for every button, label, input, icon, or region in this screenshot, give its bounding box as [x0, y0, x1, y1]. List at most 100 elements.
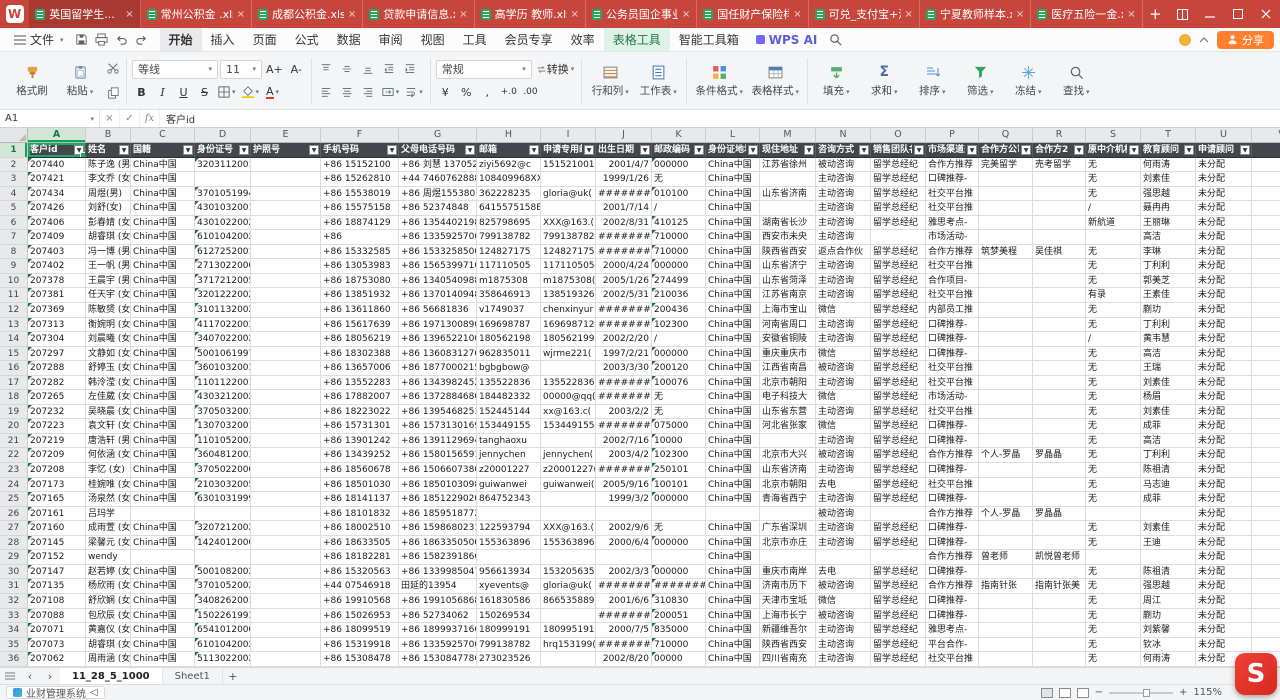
cell[interactable]: 主动咨询	[816, 288, 871, 303]
currency-button[interactable]: ¥	[436, 83, 455, 102]
cell[interactable]: China中国	[706, 245, 760, 260]
cell[interactable]	[652, 507, 706, 522]
cell[interactable]: 00000@qq(	[541, 390, 596, 405]
cell[interactable]: 丁利利	[1141, 448, 1196, 463]
cell[interactable]: 衡婉明 (女	[86, 318, 131, 333]
cell[interactable]: 207165	[28, 492, 86, 507]
cell[interactable]: 未分配	[1196, 536, 1252, 551]
cell[interactable]	[1033, 390, 1086, 405]
align-center-icon[interactable]	[338, 83, 357, 102]
cell[interactable]: 153449155	[477, 419, 541, 434]
cell[interactable]: gloria@uk(	[541, 579, 596, 594]
cell[interactable]: 被动咨询	[816, 579, 871, 594]
cell[interactable]	[979, 187, 1033, 202]
cell[interactable]: 陈祖清	[1141, 565, 1196, 580]
cell[interactable]	[251, 550, 321, 565]
row-number[interactable]: 14	[0, 332, 28, 347]
cell[interactable]: ########	[596, 463, 652, 478]
align-bottom-icon[interactable]	[359, 60, 378, 79]
cell[interactable]	[979, 390, 1033, 405]
cell[interactable]: 去电	[816, 478, 871, 493]
cell[interactable]: 无	[1086, 434, 1141, 449]
cell[interactable]: 207071	[28, 623, 86, 638]
cell[interactable]: 河南省周口	[760, 318, 816, 333]
cell[interactable]	[1033, 419, 1086, 434]
cell[interactable]: bgbgbow@	[477, 361, 541, 376]
cell[interactable]	[760, 550, 816, 565]
menu-tab[interactable]: 数据	[328, 28, 370, 51]
cell[interactable]: 指南针张美	[1033, 579, 1086, 594]
cell[interactable]: 411702200312270822	[195, 318, 251, 333]
menu-tab[interactable]: 插入	[202, 28, 244, 51]
cell[interactable]: 1997/2/21	[596, 347, 652, 362]
filter-dropdown-button[interactable]: ▼	[119, 145, 129, 155]
filter-dropdown-button[interactable]: ▼	[387, 145, 397, 155]
cell[interactable]: 500106199702210321	[195, 347, 251, 362]
cell[interactable]: 留学总经纪	[871, 652, 926, 667]
cell[interactable]: 口碑推荐-	[926, 318, 979, 333]
cell[interactable]: 市场活动-	[926, 230, 979, 245]
cell[interactable]: 口碑推荐-	[926, 521, 979, 536]
cell[interactable]	[1033, 361, 1086, 376]
cell[interactable]: gloria@uk(	[541, 187, 596, 202]
cell[interactable]: 310830	[652, 594, 706, 609]
cell[interactable]: China中国	[131, 216, 195, 231]
cell[interactable]: 2001/4/7	[596, 158, 652, 173]
cell[interactable]: 未分配	[1196, 376, 1252, 391]
tab-close-icon[interactable]: ×	[237, 9, 245, 20]
cell[interactable]: 未分配	[1196, 609, 1252, 624]
cell[interactable]: China中国	[706, 638, 760, 653]
cell[interactable]	[541, 172, 596, 187]
row-number[interactable]: 13	[0, 318, 28, 333]
cell[interactable]	[1252, 405, 1280, 420]
name-box[interactable]: A1 ▾	[0, 110, 100, 127]
cell[interactable]: jennychen(	[541, 448, 596, 463]
row-number[interactable]: 4	[0, 187, 28, 202]
cell[interactable]: 蒯玏	[1141, 609, 1196, 624]
cell[interactable]: 10000	[652, 434, 706, 449]
cell[interactable]	[251, 347, 321, 362]
cell[interactable]: 聂冉冉	[1141, 201, 1196, 216]
cell[interactable]: 未分配	[1196, 274, 1252, 289]
collapse-ribbon-icon[interactable]	[1199, 37, 1209, 43]
cell[interactable]: 袁文轩 (女	[86, 419, 131, 434]
cell[interactable]: 207406	[28, 216, 86, 231]
cell[interactable]	[979, 565, 1033, 580]
cell[interactable]: 207297	[28, 347, 86, 362]
header-cell[interactable]: 申请顾问▼	[1196, 143, 1252, 158]
cell[interactable]: +86 13851932	[321, 288, 399, 303]
cell[interactable]	[251, 434, 321, 449]
cell[interactable]: 罗晶晶	[1033, 507, 1086, 522]
cell[interactable]: 北京市朝阳	[760, 478, 816, 493]
cell[interactable]: +86 13053983	[321, 259, 399, 274]
cell[interactable]: 180562199(	[541, 332, 596, 347]
cell[interactable]: 362228235	[477, 187, 541, 202]
align-middle-icon[interactable]	[338, 60, 357, 79]
cell[interactable]: 口碑推荐-	[926, 434, 979, 449]
cell[interactable]: +86 15731301	[321, 419, 399, 434]
cell[interactable]	[251, 565, 321, 580]
zoom-out-icon[interactable]: −	[1095, 687, 1103, 698]
sum-button[interactable]: Σ 求和▾	[861, 61, 907, 100]
menu-tab[interactable]: 效率	[562, 28, 604, 51]
cell[interactable]: 丁利利	[1141, 259, 1196, 274]
cell[interactable]: 广东省深圳	[760, 521, 816, 536]
cell[interactable]: 未分配	[1196, 550, 1252, 565]
cell[interactable]: 留学总经纪	[871, 318, 926, 333]
cell[interactable]: China中国	[706, 536, 760, 551]
document-tab[interactable]: 成都公积金.xlsx×	[252, 0, 363, 28]
font-family-select[interactable]: 等线▾	[132, 60, 218, 79]
finance-system-widget[interactable]: 业财管理系统 ◁	[6, 686, 105, 699]
cell[interactable]: 207173	[28, 478, 86, 493]
table-style-button[interactable]: 表格样式▾	[748, 61, 802, 100]
cell[interactable]	[979, 434, 1033, 449]
cell[interactable]	[979, 405, 1033, 420]
cell[interactable]: 返点合作伙	[816, 245, 871, 260]
cell[interactable]: 去电	[816, 565, 871, 580]
tab-close-icon[interactable]: ×	[682, 9, 690, 20]
cell[interactable]	[979, 303, 1033, 318]
cell[interactable]: 未分配	[1196, 303, 1252, 318]
cell[interactable]: 207378	[28, 274, 86, 289]
filter-dropdown-button[interactable]: ▼	[183, 145, 193, 155]
document-tab[interactable]: 贷款申请信息.xlsx×	[363, 0, 474, 28]
